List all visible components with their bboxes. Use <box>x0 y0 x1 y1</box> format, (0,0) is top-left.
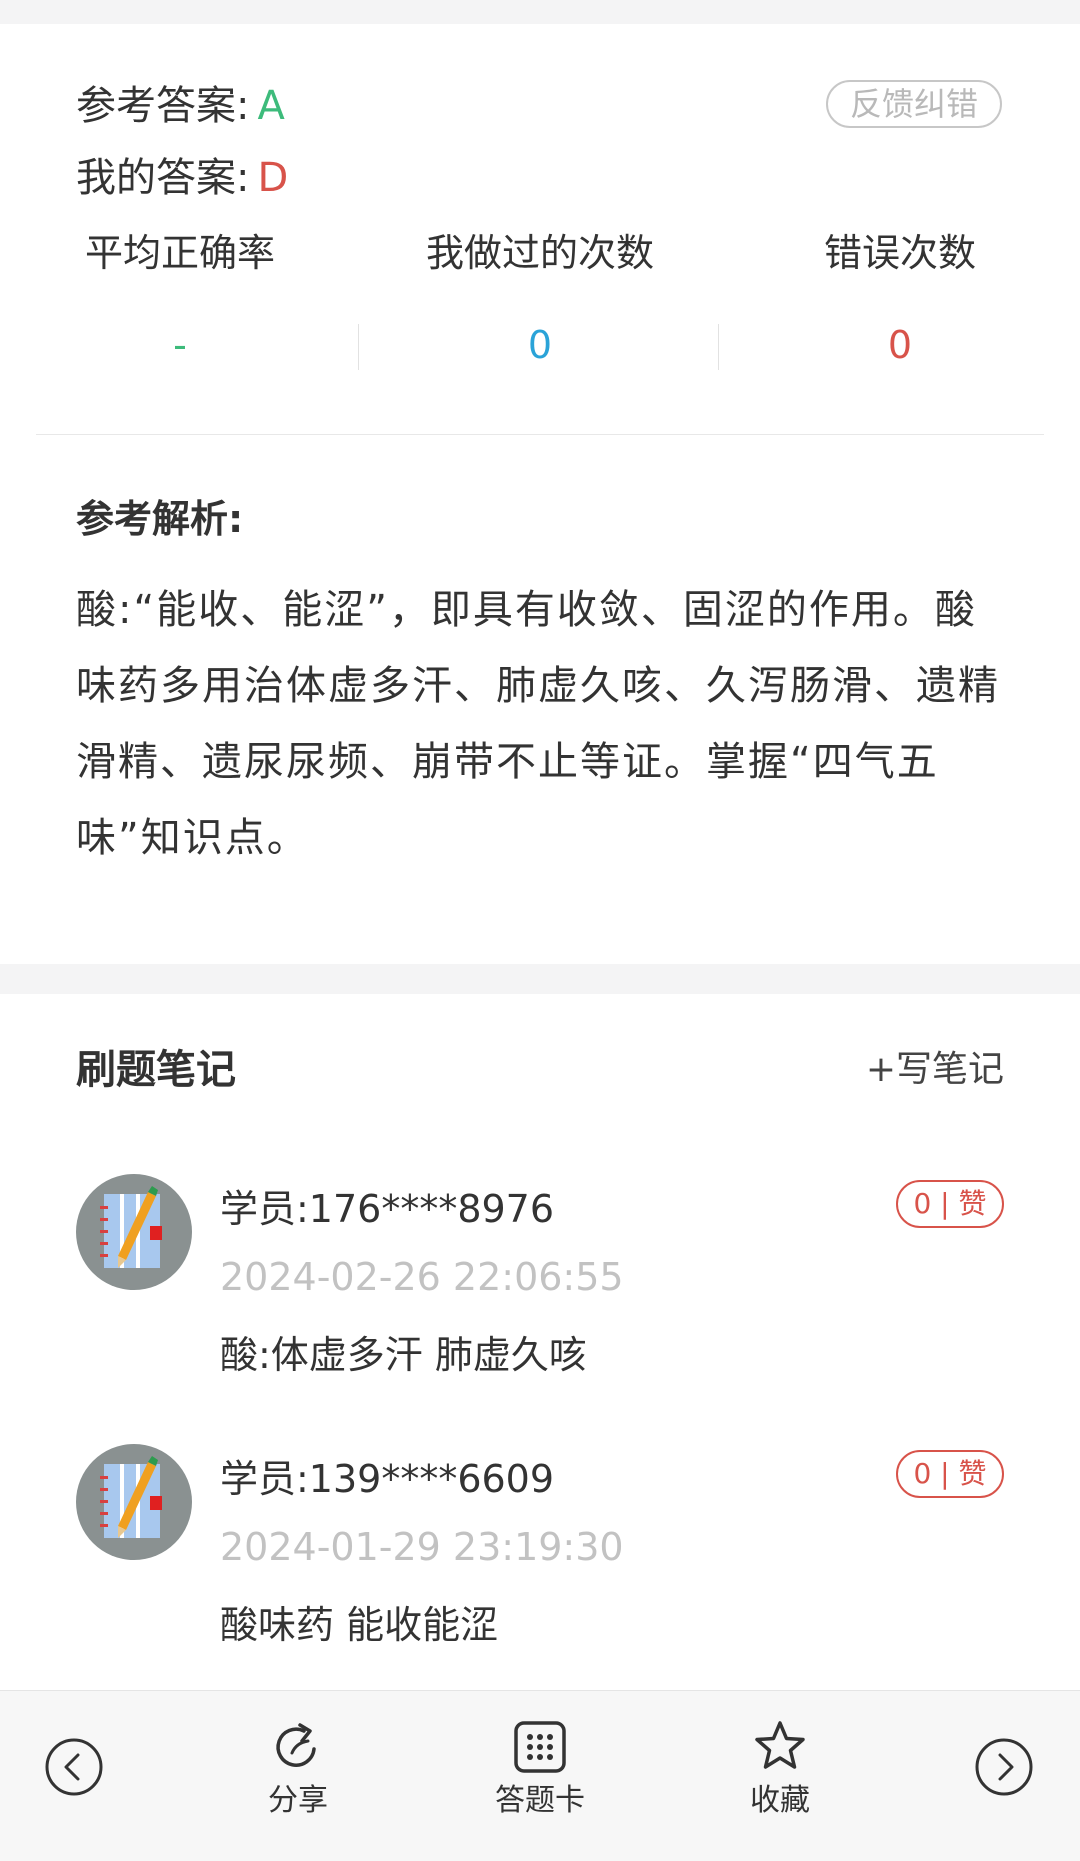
answer-card-button[interactable]: 答题卡 <box>460 1719 620 1821</box>
my-answer-row: 我的答案: D <box>76 154 288 202</box>
note-time: 2024-02-26 22:06:55 <box>220 1255 624 1299</box>
chevron-right-circle-icon[interactable] <box>974 1737 1034 1797</box>
avatar <box>76 1444 192 1560</box>
reference-answer-label: 参考答案: <box>76 83 250 129</box>
avatar <box>76 1174 192 1290</box>
analysis-title: 参考解析: <box>76 497 244 541</box>
note-user: 学员:176****8976 <box>220 1187 555 1231</box>
my-answer-label: 我的答案: <box>76 155 250 201</box>
stat-average-accuracy: 平均正确率 - <box>0 228 360 370</box>
reference-answer-value: A <box>257 83 285 129</box>
stat-divider <box>718 324 719 370</box>
note-user: 学员:139****6609 <box>220 1457 555 1501</box>
favorite-label: 收藏 <box>750 1783 810 1818</box>
notes-card: 刷题笔记 +写笔记 学员:176****8976 2024-02-26 22:0… <box>0 994 1080 1694</box>
share-button[interactable]: 分享 <box>218 1719 378 1821</box>
note-item: 学员:176****8976 2024-02-26 22:06:55 酸:体虚多… <box>0 1174 1080 1404</box>
stat-times-done: 我做过的次数 0 <box>360 228 720 370</box>
note-text: 酸:体虚多汗 肺虚久咳 <box>220 1333 587 1377</box>
analysis-body: 酸:“能收、能涩”，即具有收敛、固涩的作用。酸味药多用治体虚多汗、肺虚久咳、久泻… <box>76 587 1000 861</box>
share-icon <box>276 1723 316 1767</box>
notes-title: 刷题笔记 <box>76 1047 236 1093</box>
my-answer-value: D <box>257 155 289 201</box>
star-icon <box>755 1721 805 1769</box>
stat-value: 0 <box>527 323 553 367</box>
note-text: 酸味药 能收能涩 <box>220 1603 499 1647</box>
note-time: 2024-01-29 23:19:30 <box>220 1525 624 1569</box>
stat-divider <box>358 324 359 370</box>
write-note-button[interactable]: +写笔记 <box>866 1046 1004 1094</box>
section-divider <box>36 434 1044 435</box>
answer-card-label: 答题卡 <box>495 1783 585 1818</box>
like-button[interactable]: 0 | 赞 <box>896 1450 1004 1498</box>
top-band <box>0 0 1080 24</box>
feedback-button[interactable]: 反馈纠错 <box>826 80 1002 128</box>
stat-error-count: 错误次数 0 <box>720 228 1080 370</box>
stats-row: 平均正确率 - 我做过的次数 0 错误次数 0 <box>0 228 1080 398</box>
like-button[interactable]: 0 | 赞 <box>896 1180 1004 1228</box>
favorite-button[interactable]: 收藏 <box>700 1719 860 1821</box>
bottom-toolbar: 分享 答题卡 收藏 <box>0 1690 1080 1861</box>
reference-answer-row: 参考答案: A <box>76 82 285 130</box>
share-label: 分享 <box>268 1783 328 1818</box>
stat-label: 平均正确率 <box>84 231 275 275</box>
stat-value: 0 <box>887 323 913 367</box>
stat-value: - <box>173 323 187 367</box>
note-item: 学员:139****6609 2024-01-29 23:19:30 酸味药 能… <box>0 1444 1080 1674</box>
grid-icon <box>514 1721 566 1773</box>
answer-card: 参考答案: A 我的答案: D 反馈纠错 平均正确率 - 我做过的次数 0 错误次数… <box>0 24 1080 964</box>
chevron-left-circle-icon[interactable] <box>44 1737 104 1797</box>
stat-label: 错误次数 <box>823 231 976 275</box>
stat-label: 我做过的次数 <box>425 231 654 275</box>
